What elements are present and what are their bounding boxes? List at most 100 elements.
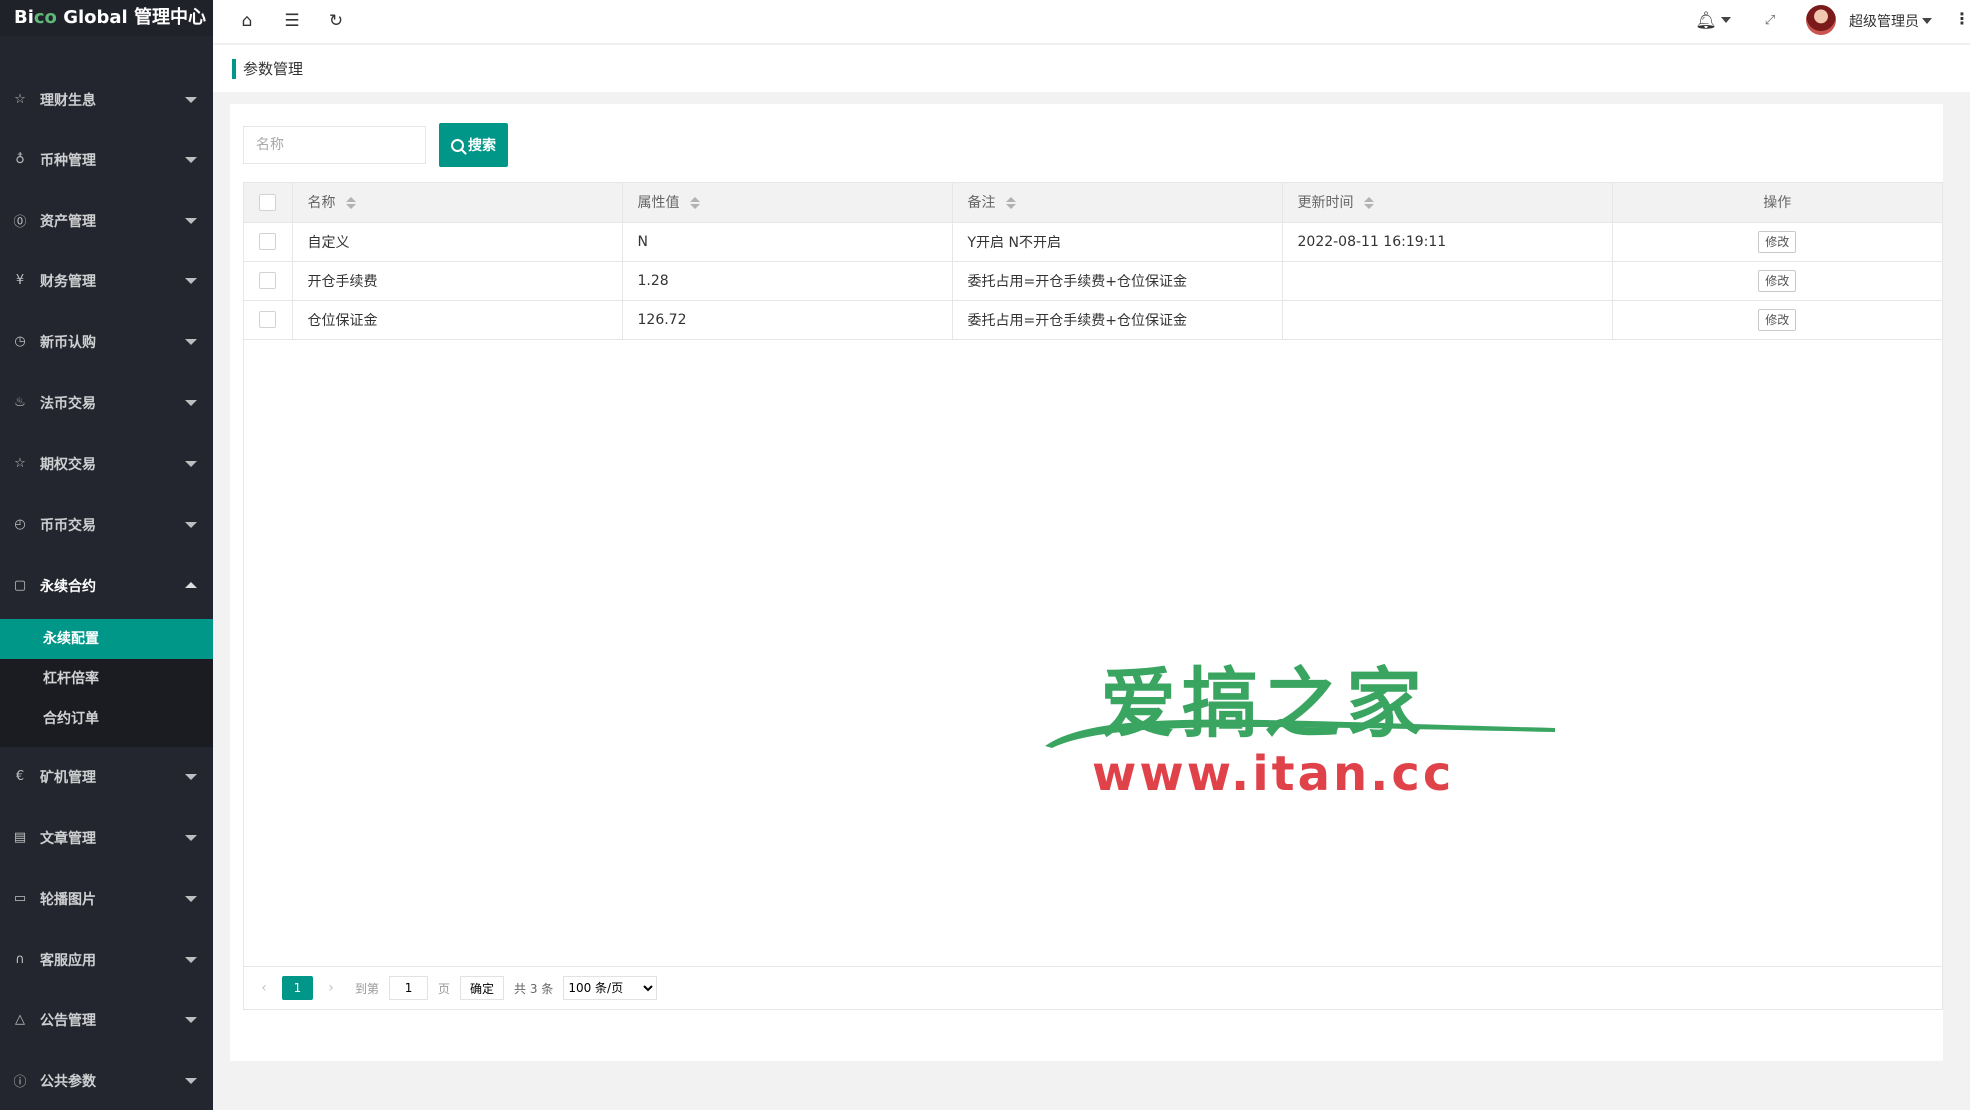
- table-row: 仓位保证金 126.72 委托占用=开仓手续费+仓位保证金 修改: [244, 300, 1942, 340]
- sidebar-item-newcoin[interactable]: ◷ 新币认购: [0, 311, 213, 372]
- cell-remark: 委托占用=开仓手续费+仓位保证金: [952, 261, 1283, 301]
- cell-name: 开仓手续费: [292, 261, 623, 301]
- column-header-updated[interactable]: 更新时间: [1282, 183, 1613, 223]
- sidebar-item-label: 期权交易: [40, 456, 96, 473]
- chevron-down-icon: [185, 835, 197, 841]
- sidebar-subitem-perpetual-config[interactable]: 永续配置: [0, 619, 213, 659]
- bell-icon[interactable]: 🔔︎: [1693, 8, 1719, 34]
- cell-value: N: [622, 222, 953, 262]
- sidebar-item-finance[interactable]: ¥ 财务管理: [0, 250, 213, 311]
- sort-icon[interactable]: [689, 197, 700, 210]
- dollar-circle-icon: ⓪: [13, 215, 27, 230]
- edit-button[interactable]: 修改: [1758, 230, 1797, 253]
- chevron-down-icon: [185, 157, 197, 163]
- sidebar-subitem-contract-orders[interactable]: 合约订单: [0, 699, 213, 739]
- column-header-actions: 操作: [1612, 183, 1942, 223]
- star-icon: ☆: [14, 92, 26, 107]
- goto-confirm-button[interactable]: 确定: [460, 976, 505, 1000]
- user-menu[interactable]: 超级管理员: [1849, 11, 1932, 31]
- select-all-cell: [244, 183, 293, 223]
- pagination: ‹ 1 › 到第 页 确定 共 3 条 100 条/页: [244, 966, 1942, 1009]
- column-header-name[interactable]: 名称: [292, 183, 623, 223]
- sort-icon[interactable]: [345, 197, 356, 210]
- cell-remark: Y开启 N不开启: [952, 222, 1283, 262]
- table-header-row: 名称 属性值 备注 更新时间 操作: [244, 183, 1942, 223]
- column-header-remark[interactable]: 备注: [952, 183, 1283, 223]
- search-icon: [451, 138, 464, 152]
- goto-label: 到第: [355, 981, 380, 996]
- sidebar-subitem-leverage[interactable]: 杠杆倍率: [0, 659, 213, 699]
- cell-value: 1.28: [622, 261, 953, 301]
- edit-button[interactable]: 修改: [1758, 269, 1797, 292]
- sidebar-item-label: 公共参数: [40, 1073, 96, 1090]
- sidebar-item-coins[interactable]: ♁ 币种管理: [0, 129, 213, 190]
- sidebar-item-miner[interactable]: € 矿机管理: [0, 746, 213, 807]
- chevron-down-icon: [185, 1017, 197, 1023]
- sidebar-item-params[interactable]: ⓘ 公共参数: [0, 1050, 213, 1110]
- chevron-down-icon: [185, 97, 197, 103]
- sidebar-item-label: 币币交易: [40, 517, 96, 534]
- user-name: 超级管理员: [1849, 14, 1919, 30]
- fullscreen-icon[interactable]: ⤢: [1757, 8, 1783, 34]
- sort-icon[interactable]: [1363, 197, 1374, 210]
- chevron-down-icon: [185, 339, 197, 345]
- select-all-checkbox[interactable]: [259, 193, 277, 211]
- search-button-label: 搜索: [468, 138, 496, 154]
- sidebar-item-options[interactable]: ☆ 期权交易: [0, 433, 213, 494]
- chevron-down-icon: [185, 896, 197, 902]
- info-circle-icon: ⓘ: [13, 1075, 27, 1090]
- perpetual-submenu: 永续配置 杠杆倍率 合约订单: [0, 619, 213, 747]
- sidebar-item-spot[interactable]: ◴ 币币交易: [0, 494, 213, 555]
- app-logo[interactable]: Bico Global 管理中心: [0, 0, 213, 36]
- chevron-down-icon: [185, 218, 197, 224]
- yen-circle-icon: ¥: [15, 273, 25, 288]
- sidebar-item-notices[interactable]: △ 公告管理: [0, 989, 213, 1050]
- notice-icon: △: [15, 1012, 25, 1027]
- read-icon: ▤: [13, 830, 27, 845]
- fire-icon: ♨: [14, 395, 26, 410]
- more-vertical-icon[interactable]: ⋮: [1954, 9, 1970, 28]
- data-table: 名称 属性值 备注 更新时间 操作 自定义 N Y开启 N不开启 2022-08…: [243, 182, 1943, 1010]
- images-icon: ▭: [13, 891, 27, 906]
- chevron-down-icon: [185, 278, 197, 284]
- headset-icon: ∩: [15, 952, 25, 967]
- goto-page-input[interactable]: [389, 976, 429, 1000]
- sidebar-item-label: 资产管理: [40, 213, 96, 230]
- column-header-value[interactable]: 属性值: [622, 183, 953, 223]
- avatar[interactable]: [1806, 5, 1836, 35]
- cell-updated: 2022-08-11 16:19:11: [1282, 222, 1613, 262]
- sidebar-item-label: 文章管理: [40, 830, 96, 847]
- next-page-button[interactable]: ›: [321, 980, 341, 996]
- current-page[interactable]: 1: [282, 976, 313, 1000]
- history-icon: ◴: [14, 517, 26, 532]
- chevron-down-icon: [185, 1078, 197, 1084]
- row-checkbox[interactable]: [259, 233, 277, 250]
- chevron-down-icon: [185, 774, 197, 780]
- home-icon[interactable]: ⌂: [234, 8, 260, 34]
- sidebar-item-assets[interactable]: ⓪ 资产管理: [0, 190, 213, 251]
- sidebar-item-label: 轮播图片: [40, 891, 96, 908]
- page-size-select[interactable]: 100 条/页: [563, 976, 658, 1000]
- chevron-down-icon: [1721, 17, 1731, 23]
- sidebar-item-carousel[interactable]: ▭ 轮播图片: [0, 868, 213, 929]
- page-title: 参数管理: [232, 59, 303, 79]
- chevron-up-icon: [185, 582, 197, 588]
- refresh-icon[interactable]: ↻: [323, 8, 349, 34]
- breadcrumb-bar: 参数管理: [213, 45, 1970, 92]
- search-button[interactable]: 搜索: [439, 123, 508, 167]
- cell-value: 126.72: [622, 300, 953, 340]
- sort-icon[interactable]: [1005, 197, 1016, 210]
- sidebar-item-perpetual[interactable]: ▢ 永续合约: [0, 555, 213, 616]
- cell-name: 自定义: [292, 222, 623, 262]
- search-input[interactable]: [243, 126, 426, 164]
- prev-page-button[interactable]: ‹: [254, 980, 274, 996]
- menu-fold-icon[interactable]: ☰: [279, 8, 305, 34]
- row-checkbox[interactable]: [259, 272, 277, 289]
- sidebar-item-fiat[interactable]: ♨ 法币交易: [0, 372, 213, 433]
- sidebar-item-articles[interactable]: ▤ 文章管理: [0, 807, 213, 868]
- row-checkbox[interactable]: [259, 311, 277, 328]
- sidebar-item-licai[interactable]: ☆ 理财生息: [0, 69, 213, 130]
- total-count: 共 3 条: [514, 981, 554, 996]
- edit-button[interactable]: 修改: [1758, 308, 1797, 331]
- sidebar-item-support[interactable]: ∩ 客服应用: [0, 929, 213, 990]
